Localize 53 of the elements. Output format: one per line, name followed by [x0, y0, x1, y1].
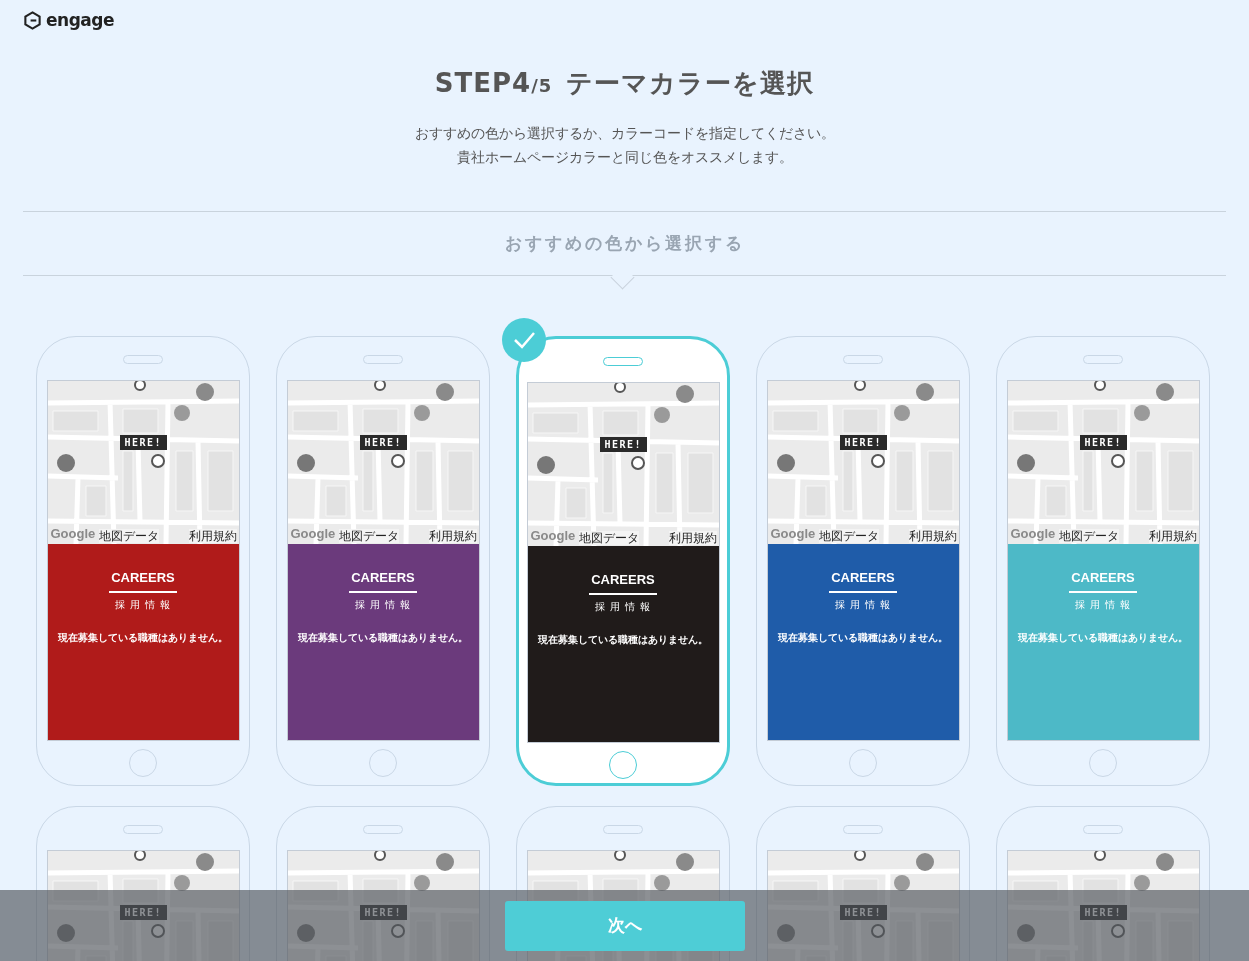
map-data-link[interactable]: 地図データ — [818, 529, 879, 543]
careers-title: CAREERS — [349, 570, 417, 593]
phone-frame[interactable]: HERE! Google 地図データ 利用規約 CAREERS 採 用 情 報 現在募集している職種はありません。 — [756, 336, 970, 786]
map-terms-link[interactable]: 利用規約 — [188, 529, 237, 543]
careers-title: CAREERS — [829, 570, 897, 593]
map-terms-link[interactable]: 利用規約 — [1148, 529, 1197, 543]
location-marker: HERE! — [119, 435, 168, 450]
description-text: 貴社ホームページカラーと同じ色をオススメします。 — [455, 148, 794, 167]
phone-frame[interactable]: HERE! Google 地図データ 利用規約 CAREERS 採 用 情 報 現在募集している職種はありません。 — [516, 336, 730, 786]
no-openings-message: 現在募集している職種はありません。 — [1018, 632, 1188, 645]
phone-frame[interactable]: HERE! Google 地図データ 利用規約 CAREERS 採 用 情 報 現在募集している職種はありません。 — [996, 336, 1210, 786]
map-terms-link[interactable]: 利用規約 — [908, 529, 957, 543]
careers-title: CAREERS — [109, 570, 177, 593]
step-label: STEP4 — [434, 68, 532, 98]
page-title: テーマカラーを選択 — [566, 68, 815, 98]
careers-subtitle: 採 用 情 報 — [114, 598, 172, 612]
location-marker: HERE! — [359, 905, 408, 920]
careers-subtitle: 採 用 情 報 — [1074, 598, 1132, 612]
map-logo: Google — [1010, 526, 1056, 541]
map-data-link[interactable]: 地図データ — [98, 529, 159, 543]
check-icon — [502, 318, 546, 362]
map-data-link[interactable]: 地図データ — [1058, 529, 1119, 543]
no-openings-message: 現在募集している職種はありません。 — [538, 634, 708, 647]
location-marker: HERE! — [839, 435, 888, 450]
no-openings-message: 現在募集している職種はありません。 — [778, 632, 948, 645]
location-marker: HERE! — [599, 437, 648, 452]
careers-subtitle: 採 用 情 報 — [354, 598, 412, 612]
map-data-link[interactable]: 地図データ — [338, 529, 399, 543]
map-logo: Google — [770, 526, 816, 541]
map-logo: Google — [530, 528, 576, 543]
careers-subtitle: 採 用 情 報 — [834, 598, 892, 612]
careers-title: CAREERS — [589, 572, 657, 595]
map-terms-link[interactable]: 利用規約 — [668, 531, 717, 545]
no-openings-message: 現在募集している職種はありません。 — [58, 632, 228, 645]
logo-text[interactable]: engage — [46, 10, 114, 30]
map-data-link[interactable]: 地図データ — [578, 531, 639, 545]
no-openings-message: 現在募集している職種はありません。 — [298, 632, 468, 645]
location-marker: HERE! — [839, 905, 888, 920]
hexagon-logo-icon — [23, 10, 42, 30]
careers-title: CAREERS — [1069, 570, 1137, 593]
section-title: おすすめの色から選択する — [504, 232, 745, 255]
description-text: おすすめの色から選択するか、カラーコードを指定してください。 — [413, 124, 836, 143]
phone-frame[interactable]: HERE! Google 地図データ 利用規約 CAREERS 採 用 情 報 現在募集している職種はありません。 — [36, 336, 250, 786]
step-total: /5 — [531, 75, 553, 96]
location-marker: HERE! — [359, 435, 408, 450]
phone-frame[interactable]: HERE! Google 地図データ 利用規約 CAREERS 採 用 情 報 現在募集している職種はありません。 — [276, 336, 490, 786]
location-marker: HERE! — [1079, 905, 1128, 920]
location-marker: HERE! — [119, 905, 168, 920]
map-logo: Google — [50, 526, 96, 541]
map-terms-link[interactable]: 利用規約 — [428, 529, 477, 543]
careers-subtitle: 採 用 情 報 — [594, 600, 652, 614]
location-marker: HERE! — [1079, 435, 1128, 450]
map-logo: Google — [290, 526, 336, 541]
